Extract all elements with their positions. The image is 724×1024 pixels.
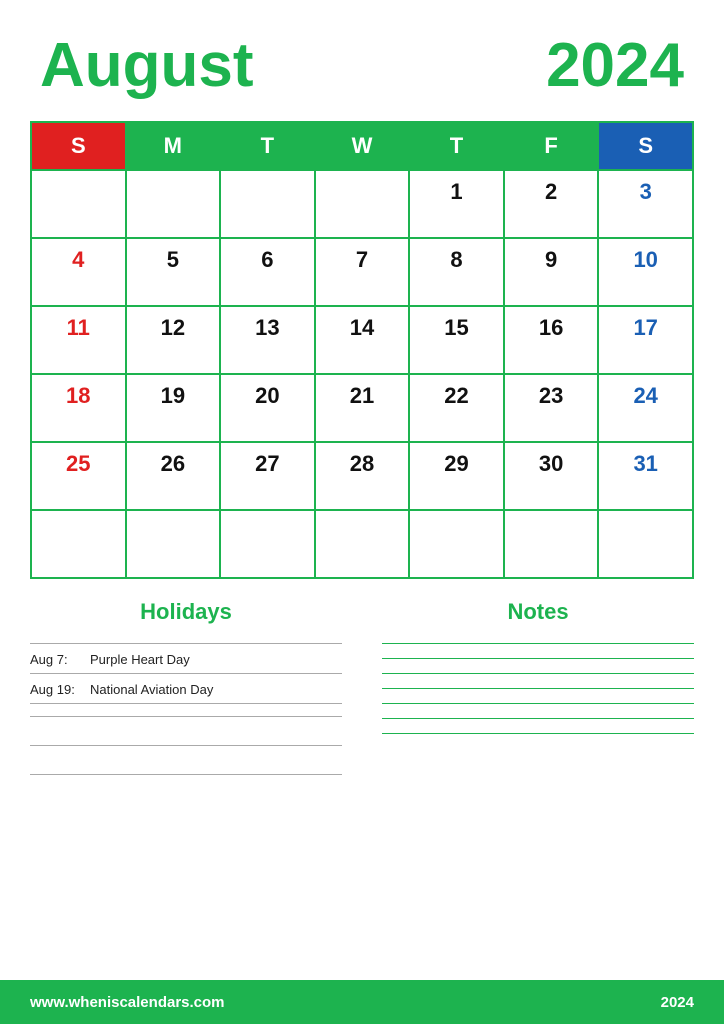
col-header-tuesday: T (220, 122, 315, 170)
calendar-cell: 28 (315, 442, 410, 510)
calendar-cell: 17 (598, 306, 693, 374)
holiday-entry-1: Aug 7:Purple Heart Day (30, 644, 342, 674)
calendar-cell (31, 170, 126, 238)
calendar-cell: 19 (126, 374, 221, 442)
notes-line-3 (382, 673, 694, 674)
col-header-sunday: S (31, 122, 126, 170)
col-header-wednesday: W (315, 122, 410, 170)
calendar-cell: 11 (31, 306, 126, 374)
calendar-cell: 13 (220, 306, 315, 374)
calendar-cell: 30 (504, 442, 599, 510)
calendar-cell: 7 (315, 238, 410, 306)
calendar-cell (504, 510, 599, 578)
calendar-cell: 24 (598, 374, 693, 442)
calendar-cell: 23 (504, 374, 599, 442)
calendar-cell: 4 (31, 238, 126, 306)
calendar-week-6 (31, 510, 693, 578)
calendar-cell: 10 (598, 238, 693, 306)
calendar-cell (409, 510, 504, 578)
notes-line-7 (382, 733, 694, 734)
calendar-cell: 5 (126, 238, 221, 306)
footer-year: 2024 (661, 994, 694, 1011)
calendar-body: 1234567891011121314151617181920212223242… (31, 170, 693, 578)
holiday-name: Purple Heart Day (90, 652, 190, 667)
holiday-name: National Aviation Day (90, 682, 213, 697)
calendar-cell: 20 (220, 374, 315, 442)
notes-line-1 (382, 643, 694, 644)
calendar-cell: 9 (504, 238, 599, 306)
notes-section: Notes (362, 599, 694, 980)
calendar-cell: 18 (31, 374, 126, 442)
calendar-week-5: 25262728293031 (31, 442, 693, 510)
holidays-list: Aug 7:Purple Heart DayAug 19:National Av… (30, 643, 342, 704)
holiday-date: Aug 7: (30, 652, 90, 667)
calendar-table: S M T W T F S 12345678910111213141516171… (30, 121, 694, 579)
calendar-cell: 16 (504, 306, 599, 374)
notes-line-2 (382, 658, 694, 659)
col-header-monday: M (126, 122, 221, 170)
calendar-header-row: S M T W T F S (31, 122, 693, 170)
holidays-section: Holidays Aug 7:Purple Heart DayAug 19:Na… (30, 599, 362, 980)
calendar-cell (220, 510, 315, 578)
calendar-container: S M T W T F S 12345678910111213141516171… (0, 121, 724, 579)
calendar-cell: 1 (409, 170, 504, 238)
calendar-cell (126, 510, 221, 578)
calendar-cell: 12 (126, 306, 221, 374)
calendar-cell (31, 510, 126, 578)
calendar-cell: 15 (409, 306, 504, 374)
page: August 2024 S M T W T F S 12345678910111… (0, 0, 724, 1024)
holiday-entry-2: Aug 19:National Aviation Day (30, 674, 342, 704)
calendar-cell: 21 (315, 374, 410, 442)
holidays-title: Holidays (30, 599, 342, 625)
bottom-section: Holidays Aug 7:Purple Heart DayAug 19:Na… (0, 579, 724, 980)
calendar-cell: 2 (504, 170, 599, 238)
header: August 2024 (0, 0, 724, 121)
holiday-date: Aug 19: (30, 682, 90, 697)
calendar-cell: 22 (409, 374, 504, 442)
notes-line-5 (382, 703, 694, 704)
calendar-cell: 8 (409, 238, 504, 306)
calendar-cell: 25 (31, 442, 126, 510)
notes-line-4 (382, 688, 694, 689)
calendar-cell (126, 170, 221, 238)
col-header-saturday: S (598, 122, 693, 170)
calendar-week-2: 45678910 (31, 238, 693, 306)
calendar-cell (315, 170, 410, 238)
calendar-cell: 31 (598, 442, 693, 510)
calendar-cell: 6 (220, 238, 315, 306)
calendar-cell: 14 (315, 306, 410, 374)
footer-url: www.wheniscalendars.com (30, 994, 225, 1011)
calendar-week-3: 11121314151617 (31, 306, 693, 374)
holiday-extra-line-3 (30, 774, 342, 775)
footer: www.wheniscalendars.com 2024 (0, 980, 724, 1024)
calendar-week-1: 123 (31, 170, 693, 238)
calendar-cell (598, 510, 693, 578)
calendar-cell: 27 (220, 442, 315, 510)
col-header-friday: F (504, 122, 599, 170)
calendar-cell (315, 510, 410, 578)
notes-lines (382, 643, 694, 734)
calendar-week-4: 18192021222324 (31, 374, 693, 442)
calendar-cell (220, 170, 315, 238)
month-title: August (40, 30, 254, 101)
col-header-thursday: T (409, 122, 504, 170)
calendar-cell: 26 (126, 442, 221, 510)
year-title: 2024 (546, 30, 684, 101)
calendar-cell: 29 (409, 442, 504, 510)
notes-title: Notes (382, 599, 694, 625)
notes-line-6 (382, 718, 694, 719)
calendar-cell: 3 (598, 170, 693, 238)
